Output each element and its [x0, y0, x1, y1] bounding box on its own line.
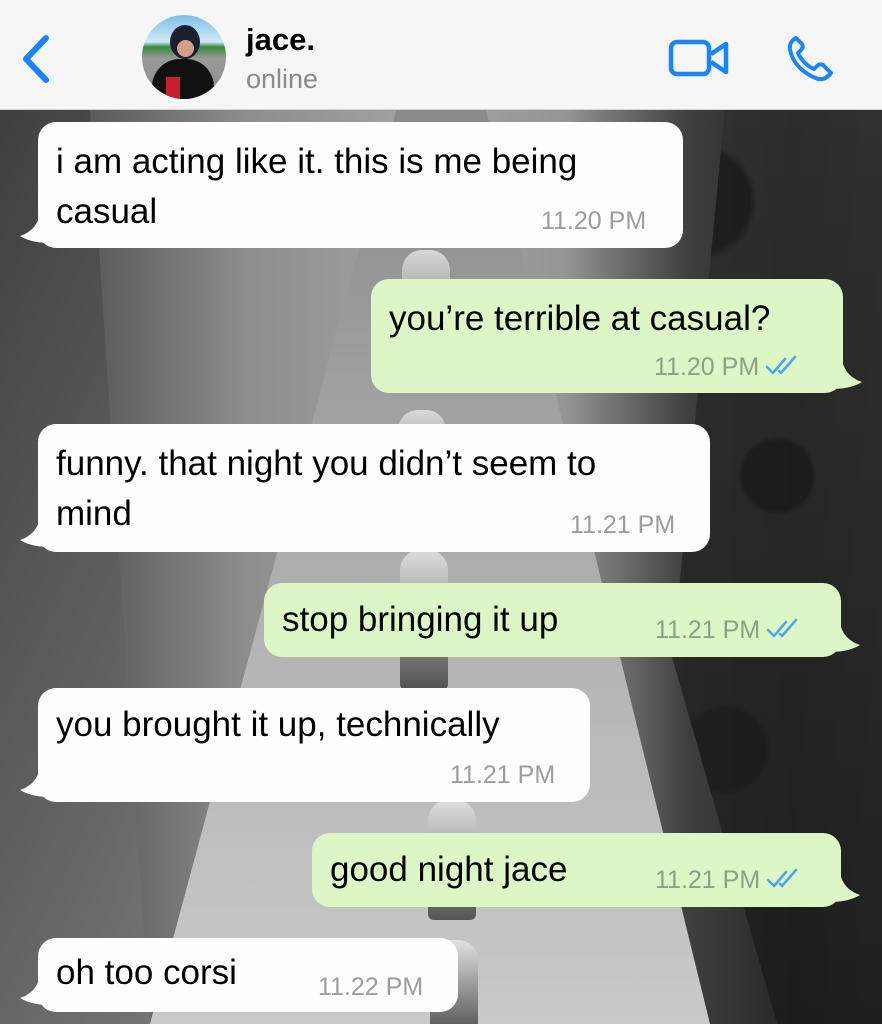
message-text: i am acting like it. this is me being [56, 142, 578, 181]
message-time: 11.20 PM [541, 207, 647, 235]
message-time: 11.21 PM [450, 761, 556, 789]
message-text: you’re terrible at casual? [389, 299, 771, 338]
contact-name[interactable]: jace. [246, 22, 315, 58]
video-call-icon[interactable] [668, 36, 730, 80]
message-time-row: 11.21 PM [655, 865, 802, 895]
message-text: oh too corsi [56, 953, 237, 992]
double-check-icon [766, 618, 798, 638]
message-text: casual [56, 192, 158, 231]
phone-call-icon[interactable] [786, 34, 836, 82]
message-text: stop bringing it up [282, 600, 559, 639]
message-bubble-incoming[interactable]: you brought it up, technically 11.21 PM [38, 688, 590, 802]
message-time: 11.21 PM [570, 511, 676, 539]
message-time: 11.20 PM [654, 353, 760, 381]
message-bubble-outgoing[interactable]: good night jace 11.21 PM [312, 833, 841, 907]
message-text: you brought it up, technically [56, 705, 500, 744]
message-bubble-outgoing[interactable]: you’re terrible at casual? 11.20 PM [371, 279, 843, 393]
contact-avatar[interactable] [142, 15, 226, 99]
double-check-icon [766, 868, 798, 888]
message-bubble-incoming[interactable]: i am acting like it. this is me being ca… [38, 122, 683, 248]
message-time: 11.21 PM [655, 616, 761, 644]
message-time-row: 11.21 PM [655, 615, 802, 645]
chevron-left-icon[interactable] [18, 34, 54, 84]
message-time: 11.22 PM [318, 973, 424, 1001]
message-bubble-incoming[interactable]: funny. that night you didn’t seem to min… [38, 424, 710, 552]
chat-header: jace. online [0, 0, 882, 110]
contact-status: online [246, 64, 319, 94]
double-check-icon [765, 355, 797, 375]
message-text: good night jace [330, 850, 568, 889]
message-time-row: 11.20 PM [654, 352, 801, 382]
message-time: 11.21 PM [655, 866, 761, 894]
message-text: mind [56, 494, 132, 533]
message-text: funny. that night you didn’t seem to [56, 444, 597, 483]
message-bubble-outgoing[interactable]: stop bringing it up 11.21 PM [264, 583, 841, 657]
message-bubble-incoming[interactable]: oh too corsi 11.22 PM [38, 938, 458, 1012]
